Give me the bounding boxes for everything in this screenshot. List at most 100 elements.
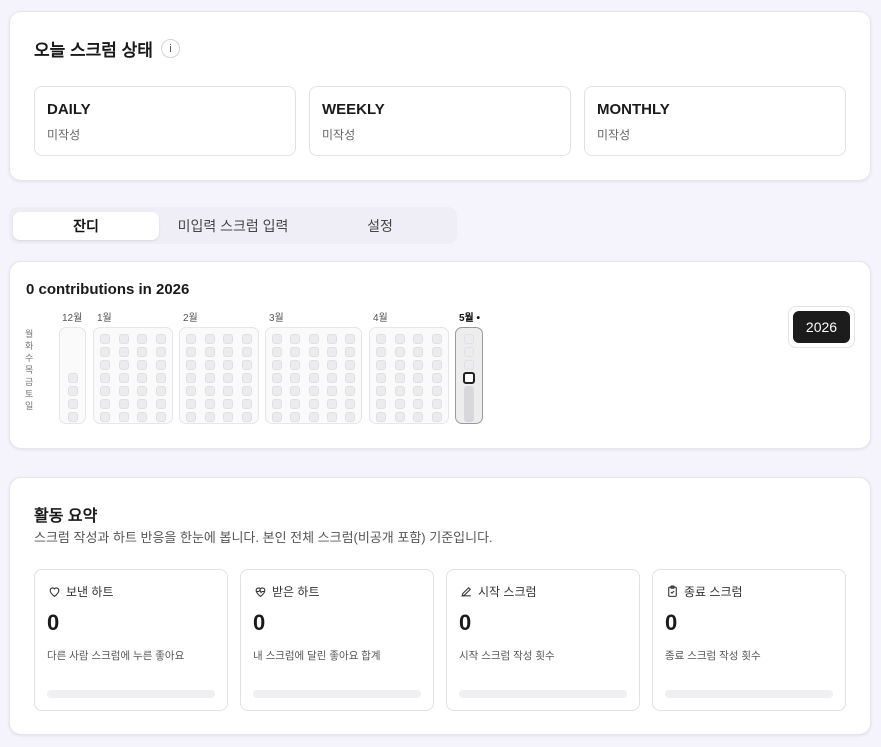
contribution-cell[interactable] xyxy=(137,412,148,422)
contribution-cell[interactable] xyxy=(242,334,252,344)
contribution-cell[interactable] xyxy=(156,412,166,422)
contribution-cell[interactable] xyxy=(308,386,319,396)
contribution-cell[interactable] xyxy=(242,386,252,396)
contribution-cell[interactable] xyxy=(432,334,442,344)
contribution-cell[interactable] xyxy=(242,347,252,357)
contribution-cell[interactable] xyxy=(137,334,148,344)
contribution-cell[interactable] xyxy=(118,334,129,344)
contribution-cell[interactable] xyxy=(272,334,282,344)
contribution-cell[interactable] xyxy=(376,334,386,344)
contribution-cell[interactable] xyxy=(186,360,196,370)
contribution-cell[interactable] xyxy=(413,412,424,422)
contribution-cell[interactable] xyxy=(100,412,110,422)
contribution-cell[interactable] xyxy=(223,386,234,396)
contribution-cell[interactable] xyxy=(204,360,215,370)
contribution-cell[interactable] xyxy=(290,399,301,409)
contribution-cell[interactable] xyxy=(118,347,129,357)
contribution-cell[interactable] xyxy=(376,399,386,409)
contribution-cell[interactable] xyxy=(308,373,319,383)
contribution-cell[interactable] xyxy=(137,347,148,357)
contribution-cell[interactable] xyxy=(186,334,196,344)
contribution-cell[interactable] xyxy=(326,412,337,422)
contribution-cell[interactable] xyxy=(376,386,386,396)
contribution-cell[interactable] xyxy=(242,399,252,409)
contribution-cell[interactable] xyxy=(156,373,166,383)
contribution-cell[interactable] xyxy=(413,386,424,396)
contribution-cell[interactable] xyxy=(432,399,442,409)
contribution-cell[interactable] xyxy=(186,399,196,409)
contribution-cell[interactable] xyxy=(432,360,442,370)
contribution-cell[interactable] xyxy=(394,399,405,409)
contribution-cell[interactable] xyxy=(326,360,337,370)
contribution-cell[interactable] xyxy=(308,399,319,409)
contribution-cell[interactable] xyxy=(156,386,166,396)
contribution-cell[interactable] xyxy=(186,373,196,383)
contribution-cell[interactable] xyxy=(394,334,405,344)
weekly-scrum-box[interactable]: WEEKLY 미작성 xyxy=(309,86,571,156)
contribution-cell[interactable] xyxy=(394,360,405,370)
contribution-cell[interactable] xyxy=(100,347,110,357)
contribution-cell[interactable] xyxy=(100,399,110,409)
tab-grass[interactable]: 잔디 xyxy=(13,212,159,240)
contribution-cell[interactable] xyxy=(432,386,442,396)
contribution-cell[interactable] xyxy=(156,399,166,409)
contribution-cell[interactable] xyxy=(137,360,148,370)
contribution-cell[interactable] xyxy=(118,360,129,370)
contribution-cell[interactable] xyxy=(100,334,110,344)
contribution-cell[interactable] xyxy=(118,412,129,422)
contribution-cell[interactable] xyxy=(326,373,337,383)
contribution-cell[interactable] xyxy=(326,334,337,344)
tab-settings[interactable]: 설정 xyxy=(307,212,453,240)
contribution-cell[interactable] xyxy=(308,347,319,357)
contribution-cell[interactable] xyxy=(308,360,319,370)
contribution-cell[interactable] xyxy=(290,386,301,396)
contribution-cell[interactable] xyxy=(156,334,166,344)
contribution-cell[interactable] xyxy=(345,412,355,422)
contribution-cell[interactable] xyxy=(204,347,215,357)
contribution-cell[interactable] xyxy=(223,334,234,344)
contribution-cell[interactable] xyxy=(345,360,355,370)
contribution-cell[interactable] xyxy=(394,412,405,422)
contribution-cell[interactable] xyxy=(432,347,442,357)
contribution-cell[interactable] xyxy=(223,399,234,409)
contribution-cell[interactable] xyxy=(345,347,355,357)
contribution-cell[interactable] xyxy=(272,412,282,422)
contribution-cell[interactable] xyxy=(156,347,166,357)
contribution-cell[interactable] xyxy=(242,360,252,370)
contribution-cell[interactable] xyxy=(413,373,424,383)
contribution-cell[interactable] xyxy=(376,373,386,383)
contribution-cell[interactable] xyxy=(100,373,110,383)
contribution-cell[interactable] xyxy=(118,386,129,396)
contribution-cell[interactable] xyxy=(118,373,129,383)
contribution-cell[interactable] xyxy=(345,386,355,396)
contribution-cell[interactable] xyxy=(413,347,424,357)
contribution-cell[interactable] xyxy=(137,399,148,409)
contribution-cell[interactable] xyxy=(290,334,301,344)
contribution-cell[interactable] xyxy=(67,386,78,396)
contribution-cell[interactable] xyxy=(308,334,319,344)
contribution-cell[interactable] xyxy=(242,412,252,422)
contribution-cell[interactable] xyxy=(345,373,355,383)
contribution-cell[interactable] xyxy=(186,386,196,396)
contribution-cell[interactable] xyxy=(67,412,78,422)
monthly-scrum-box[interactable]: MONTHLY 미작성 xyxy=(584,86,846,156)
contribution-cell[interactable] xyxy=(272,399,282,409)
contribution-cell[interactable] xyxy=(156,360,166,370)
contribution-cell[interactable] xyxy=(137,373,148,383)
contribution-cell[interactable] xyxy=(272,373,282,383)
contribution-cell[interactable] xyxy=(290,360,301,370)
contribution-cell[interactable] xyxy=(326,399,337,409)
contribution-cell[interactable] xyxy=(432,373,442,383)
contribution-cell[interactable] xyxy=(345,334,355,344)
contribution-cell[interactable] xyxy=(223,412,234,422)
contribution-cell[interactable] xyxy=(118,399,129,409)
contribution-cell[interactable] xyxy=(204,334,215,344)
contribution-cell[interactable] xyxy=(272,386,282,396)
contribution-cell[interactable] xyxy=(464,360,474,370)
contribution-cell[interactable] xyxy=(67,399,78,409)
contribution-cell[interactable] xyxy=(186,412,196,422)
contribution-cell[interactable] xyxy=(308,412,319,422)
contribution-cell[interactable] xyxy=(223,373,234,383)
contribution-cell[interactable] xyxy=(394,347,405,357)
contribution-cell[interactable] xyxy=(413,360,424,370)
